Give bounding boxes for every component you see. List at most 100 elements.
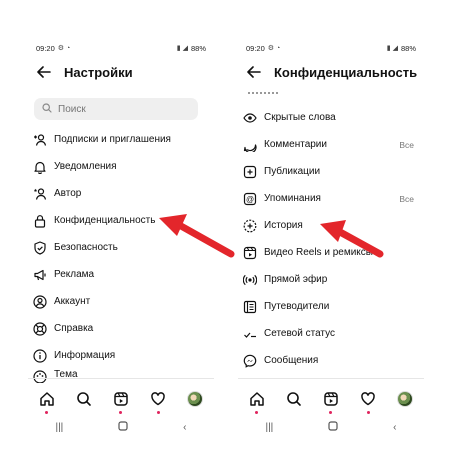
info-icon — [32, 348, 48, 364]
post-plus-icon — [242, 164, 258, 180]
reels-icon[interactable] — [110, 388, 132, 414]
search-input[interactable] — [58, 103, 168, 115]
status-bar: 09:20 ⚙ ◔ ▮ ◢ 88% — [36, 42, 206, 54]
scrolled-item-edge — [248, 92, 278, 96]
settings-header: Настройки — [34, 60, 208, 84]
menu-item-label: Сетевой статус — [264, 328, 335, 339]
menu-item-label: Упоминания — [264, 193, 321, 204]
system-nav: ||| ‹ — [28, 420, 214, 434]
menu-item-label: Конфиденциальность — [54, 215, 156, 226]
menu-item-follow-invite[interactable]: Подписки и приглашения — [32, 126, 208, 153]
status-bar: 09:20 ⚙ ◔ ▮ ◢ 88% — [246, 42, 416, 54]
menu-item-mentions[interactable]: @ Упоминания Все — [242, 185, 418, 212]
profile-avatar-button[interactable] — [184, 388, 206, 410]
menu-item-account[interactable]: Аккаунт — [32, 288, 208, 315]
add-person-icon — [32, 132, 48, 148]
back-arrow-icon[interactable] — [244, 62, 264, 82]
menu-item-label: Прямой эфир — [264, 274, 328, 285]
system-nav: ||| ‹ — [238, 420, 424, 434]
lock-icon — [32, 213, 48, 229]
menu-item-guides[interactable]: Путеводители — [242, 293, 418, 320]
avatar — [397, 391, 414, 407]
menu-item-creator[interactable]: Автор — [32, 180, 208, 207]
menu-item-notifications[interactable]: Уведомления — [32, 153, 208, 180]
menu-item-activity-status[interactable]: Сетевой статус — [242, 320, 418, 347]
avatar — [187, 391, 204, 407]
setting-value: Все — [399, 139, 414, 150]
lifebuoy-icon — [32, 321, 48, 337]
page-title: Настройки — [64, 64, 133, 80]
comment-icon — [242, 137, 258, 153]
story-plus-icon — [242, 218, 258, 234]
menu-item-label: Подписки и приглашения — [54, 134, 171, 145]
menu-item-label: Сообщения — [264, 355, 319, 366]
reels-icon — [242, 245, 258, 261]
recent-apps-icon[interactable]: ||| — [55, 422, 63, 433]
guide-icon — [242, 299, 258, 315]
signal-icons: ▮ ◢ — [386, 45, 398, 52]
notification-dot — [156, 411, 160, 414]
home-icon[interactable] — [246, 388, 268, 414]
notification-icons: ⚙ ◔ — [57, 45, 71, 52]
activity-status-icon — [242, 326, 258, 342]
bell-icon — [32, 159, 48, 175]
notification-dot — [119, 411, 123, 414]
menu-item-about[interactable]: Информация — [32, 342, 208, 369]
menu-item-label: Публикации — [264, 166, 321, 177]
notification-dot — [366, 411, 370, 414]
menu-item-label: Уведомления — [54, 161, 117, 172]
menu-item-theme[interactable]: Тема — [32, 369, 208, 383]
reels-icon[interactable] — [320, 388, 342, 414]
menu-item-label: Путеводители — [264, 301, 330, 312]
search-icon[interactable] — [73, 388, 95, 410]
at-icon: @ — [242, 191, 258, 207]
back-icon[interactable]: ‹ — [183, 422, 186, 433]
home-icon[interactable] — [36, 388, 58, 414]
menu-item-comments[interactable]: Комментарии Все — [242, 131, 418, 158]
heart-icon[interactable] — [357, 388, 379, 414]
setting-value: Все — [399, 193, 414, 204]
notification-dot — [255, 411, 259, 414]
menu-item-posts[interactable]: Публикации — [242, 158, 418, 185]
menu-item-label: Комментарии — [264, 139, 327, 150]
privacy-header: Конфиденциальность — [244, 60, 418, 84]
menu-item-live[interactable]: Прямой эфир — [242, 266, 418, 293]
search-icon[interactable] — [283, 388, 305, 410]
home-button-icon[interactable] — [328, 420, 338, 434]
menu-item-label: Безопасность — [54, 242, 118, 253]
notification-icons: ⚙ ◔ — [267, 45, 281, 52]
recent-apps-icon[interactable]: ||| — [265, 422, 273, 433]
menu-item-label: Справка — [54, 323, 94, 334]
menu-item-label: Информация — [54, 350, 116, 361]
menu-item-messages[interactable]: Сообщения — [242, 347, 418, 374]
heart-icon[interactable] — [147, 388, 169, 414]
status-time: 09:20 — [36, 43, 55, 53]
live-icon — [242, 272, 258, 288]
back-icon[interactable]: ‹ — [393, 422, 396, 433]
menu-item-label: Реклама — [54, 269, 95, 280]
messenger-icon — [242, 353, 258, 369]
menu-item-ads[interactable]: Реклама — [32, 261, 208, 288]
bottom-divider — [238, 378, 424, 379]
palette-icon — [32, 369, 48, 383]
menu-item-hidden-words[interactable]: Скрытые слова — [242, 104, 418, 131]
shield-check-icon — [32, 240, 48, 256]
notification-dot — [45, 411, 49, 414]
search-bar[interactable] — [34, 98, 198, 120]
search-icon — [42, 100, 52, 118]
bottom-nav — [238, 386, 424, 414]
red-arrow-story — [320, 220, 384, 258]
megaphone-icon — [32, 267, 48, 283]
menu-item-label: Скрытые слова — [264, 112, 336, 123]
page-title: Конфиденциальность — [274, 64, 418, 80]
status-battery: 88% — [190, 43, 206, 53]
bottom-divider — [28, 378, 214, 379]
bottom-nav — [28, 386, 214, 414]
status-battery: 88% — [400, 43, 416, 53]
profile-avatar-button[interactable] — [394, 388, 416, 410]
back-arrow-icon[interactable] — [34, 62, 54, 82]
svg-text:@: @ — [246, 195, 254, 204]
notification-dot — [329, 411, 333, 414]
home-button-icon[interactable] — [118, 420, 128, 434]
menu-item-help[interactable]: Справка — [32, 315, 208, 342]
